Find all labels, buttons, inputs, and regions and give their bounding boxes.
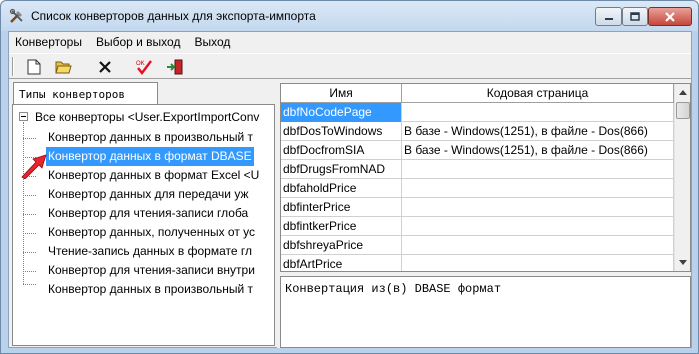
- cell-codepage: [402, 236, 674, 255]
- scroll-down-button[interactable]: [675, 254, 690, 271]
- tools-icon: [9, 8, 23, 23]
- tree-item[interactable]: Конвертор данных в формат Excel <U: [48, 166, 259, 185]
- menu-select-exit[interactable]: Выбор и выход: [89, 32, 188, 52]
- table-row[interactable]: dbfNoCodePage: [281, 103, 674, 122]
- cell-name: dbfDosToWindows: [281, 122, 402, 141]
- tree-connector: [23, 122, 24, 284]
- toolbar-grip: [12, 57, 14, 76]
- new-button[interactable]: [23, 57, 45, 77]
- description-box: Конвертация из(в) DBASE формат: [280, 276, 691, 348]
- minimize-button[interactable]: [595, 7, 622, 26]
- chevron-down-icon: [679, 260, 687, 265]
- tree-connector: [23, 195, 36, 196]
- toolbar: OK: [9, 53, 691, 79]
- cell-name: dbfDocfromSIA: [281, 141, 402, 160]
- window-title: Список конверторов данных для экспорта-и…: [31, 9, 316, 23]
- table-row[interactable]: dbfDrugsFromNAD: [281, 160, 674, 179]
- tab-converter-types[interactable]: Типы конверторов: [13, 82, 158, 104]
- converter-list-panel: Имя Кодовая страница dbfNoCodePage dbfDo…: [280, 80, 691, 348]
- tree-item-selected[interactable]: Конвертор данных в формат DBASE: [46, 147, 254, 166]
- cell-codepage: [402, 103, 674, 122]
- exit-door-icon: [167, 59, 183, 75]
- open-folder-icon: [54, 61, 72, 74]
- cell-codepage: [402, 198, 674, 217]
- column-header-name[interactable]: Имя: [281, 84, 402, 103]
- tree-connector: [23, 233, 36, 234]
- minimize-icon: [604, 17, 613, 20]
- table-row[interactable]: dbfinterPrice: [281, 198, 674, 217]
- table-row[interactable]: dbfDocfromSIA В базе - Windows(1251), в …: [281, 141, 674, 160]
- cell-name: dbfNoCodePage: [281, 103, 402, 122]
- menu-converters[interactable]: Конверторы: [9, 32, 89, 52]
- menu-bar: Конверторы Выбор и выход Выход: [9, 32, 691, 52]
- menu-exit[interactable]: Выход: [187, 32, 237, 52]
- chevron-up-icon: [679, 90, 687, 95]
- table-row[interactable]: dbfaholdPrice: [281, 179, 674, 198]
- cell-codepage: [402, 217, 674, 236]
- scroll-thumb[interactable]: [676, 102, 690, 119]
- delete-button[interactable]: [94, 57, 116, 77]
- close-button[interactable]: [648, 7, 692, 26]
- grid-header: Имя Кодовая страница: [281, 84, 674, 103]
- table-row[interactable]: dbfDosToWindows В базе - Windows(1251), …: [281, 122, 674, 141]
- tree-item[interactable]: Конвертор данных, полученных от ус: [48, 223, 255, 242]
- cell-codepage: [402, 160, 674, 179]
- check-ok-icon: OK: [136, 60, 152, 75]
- cell-name: dbfDrugsFromNAD: [281, 160, 402, 179]
- tree-connector: [23, 252, 36, 253]
- scroll-up-button[interactable]: [675, 84, 690, 101]
- tree-item[interactable]: Чтение-запись данных в формате гл: [48, 242, 252, 261]
- cell-codepage: В базе - Windows(1251), в файле - Dos(86…: [402, 122, 674, 141]
- grid-scrollbar[interactable]: [674, 84, 690, 271]
- tree-connector: [23, 138, 36, 139]
- table-row[interactable]: dbfintkerPrice: [281, 217, 674, 236]
- cell-codepage: [402, 255, 674, 271]
- tree-connector: [23, 271, 36, 272]
- tree-root[interactable]: Все конверторы <User.ExportImportConv: [35, 108, 259, 127]
- tree-item[interactable]: Конвертор для чтения-записи глоба: [48, 204, 248, 223]
- red-arrow-icon: [21, 154, 47, 179]
- table-row[interactable]: dbfArtPrice: [281, 255, 674, 271]
- cell-name: dbfintkerPrice: [281, 217, 402, 236]
- tree-item[interactable]: Конвертор данных в произвольный т: [48, 128, 253, 147]
- converter-tree[interactable]: Все конверторы <User.ExportImportConv Ко…: [12, 104, 275, 346]
- cell-name: dbfaholdPrice: [281, 179, 402, 198]
- cell-name: dbfArtPrice: [281, 255, 402, 271]
- maximize-button[interactable]: [622, 7, 648, 26]
- open-button[interactable]: [52, 57, 74, 77]
- tree-item[interactable]: Конвертор данных в произвольный т: [48, 280, 253, 299]
- exit-button[interactable]: [164, 57, 186, 77]
- close-icon: [665, 11, 675, 22]
- cell-name: dbfshreyaPrice: [281, 236, 402, 255]
- svg-text:OK: OK: [136, 61, 145, 67]
- tree-item[interactable]: Конвертор данных для передачи уж: [48, 185, 249, 204]
- ok-button[interactable]: OK: [133, 57, 155, 77]
- converter-types-panel: Типы конверторов Все конверторы <User.Ex…: [10, 80, 276, 347]
- delete-icon: [99, 61, 111, 73]
- app-window: Список конверторов данных для экспорта-и…: [0, 0, 699, 354]
- column-header-codepage[interactable]: Кодовая страница: [402, 84, 674, 103]
- new-document-icon: [27, 59, 41, 75]
- cell-codepage: В базе - Windows(1251), в файле - Dos(86…: [402, 141, 674, 160]
- cell-name: dbfinterPrice: [281, 198, 402, 217]
- tree-item[interactable]: Конвертор для чтения-записи внутри: [48, 261, 255, 280]
- table-row[interactable]: dbfshreyaPrice: [281, 236, 674, 255]
- tree-collapse-toggle[interactable]: [19, 112, 28, 121]
- converter-grid[interactable]: Имя Кодовая страница dbfNoCodePage dbfDo…: [280, 83, 691, 272]
- cell-codepage: [402, 179, 674, 198]
- title-bar[interactable]: Список конверторов данных для экспорта-и…: [1, 1, 698, 31]
- maximize-icon: [630, 12, 640, 21]
- tree-connector: [23, 214, 36, 215]
- tree-connector: [23, 284, 36, 285]
- client-area: Конверторы Выбор и выход Выход OK Типы к…: [8, 31, 692, 348]
